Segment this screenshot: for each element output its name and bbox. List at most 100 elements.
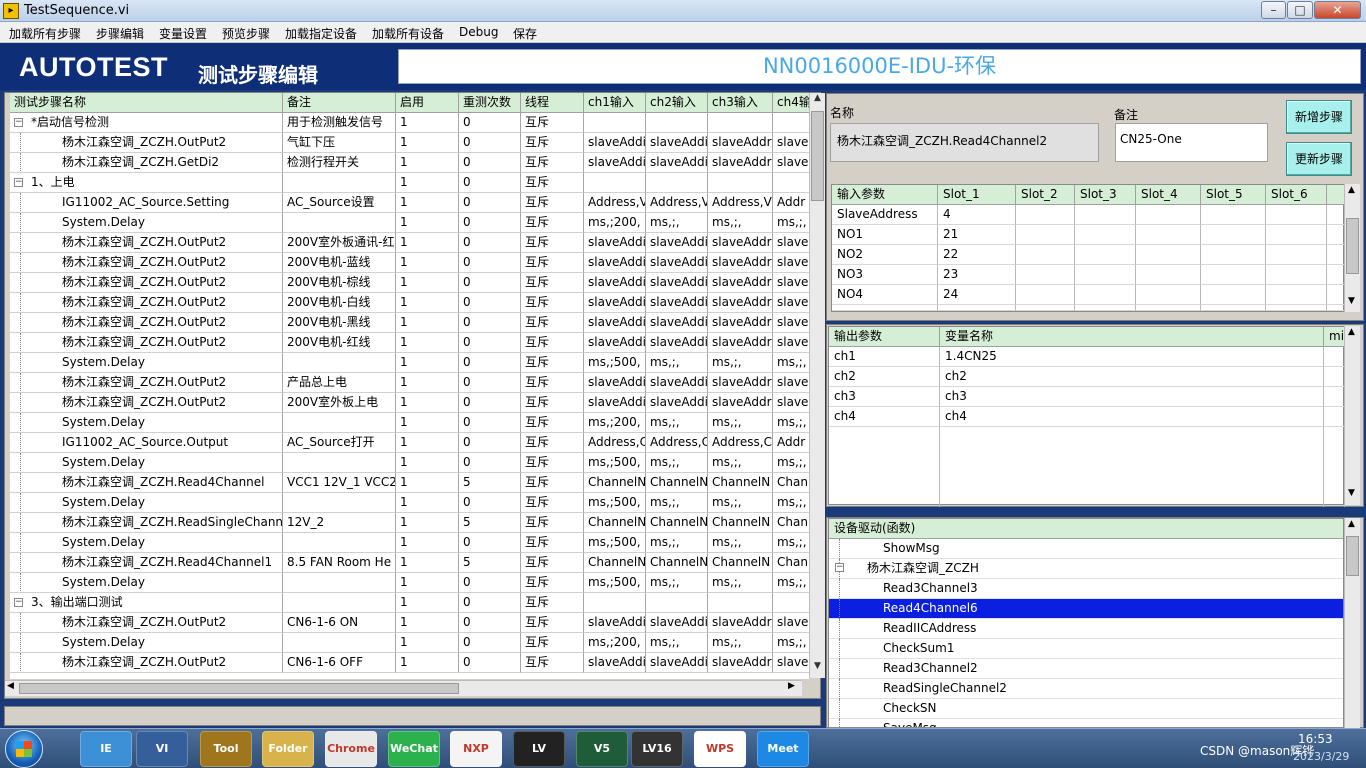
table-row[interactable]: System.Delay 1 0 互斥 ms,;200, ms,;, ms,;, ms,;,: [10, 213, 813, 233]
input-slot-cell[interactable]: [1136, 305, 1201, 311]
scroll-down-icon[interactable]: ▼: [810, 661, 825, 677]
table-row[interactable]: 杨木江森空调_ZCZH.OutPut2 200V室外板上电 1 0 互斥 slaveAdd…: [10, 393, 813, 413]
collapse-icon[interactable]: −: [14, 178, 23, 187]
minimize-button[interactable]: –: [1261, 1, 1286, 19]
input-slot-cell[interactable]: [1016, 265, 1075, 285]
input-param-name-cell[interactable]: NO3: [832, 265, 938, 285]
input-params-scrollbar[interactable]: ▲ ▼: [1344, 184, 1360, 312]
column-header[interactable]: 测试步骤名称: [10, 93, 283, 113]
output-variable-cell[interactable]: [1324, 367, 1345, 387]
steps-horizontal-scrollbar[interactable]: ◀ ▶: [5, 680, 802, 696]
table-row[interactable]: 杨木江森空调_ZCZH.GetDi2 检测行程开关 1 0 互斥 slaveAddi sla…: [10, 153, 813, 173]
output-variable-cell[interactable]: [1324, 407, 1345, 427]
scroll-up-icon[interactable]: ▲: [810, 93, 825, 109]
scroll-down-icon[interactable]: ▼: [1348, 296, 1355, 306]
table-row[interactable]: System.Delay 1 0 互斥 ms,;500, ms,;, ms,;, ms,;,: [10, 453, 813, 473]
input-slot-cell[interactable]: [1201, 265, 1266, 285]
driver-tree-item[interactable]: CheckSN: [829, 699, 1343, 719]
driver-tree-item[interactable]: SaveMsg: [829, 719, 1343, 727]
input-slot-cell[interactable]: [1266, 225, 1327, 245]
output-variable-cell[interactable]: ch2: [940, 367, 1324, 387]
input-slot-cell[interactable]: [1201, 305, 1266, 311]
scroll-thumb[interactable]: [1346, 218, 1359, 274]
taskbar-app-ie-icon[interactable]: IE: [80, 731, 132, 767]
step-name-field[interactable]: 杨木江森空调_ZCZH.Read4Channel2: [830, 123, 1099, 162]
taskbar-app-meet-icon[interactable]: Meet: [757, 731, 809, 767]
column-header[interactable]: Slot_3: [1075, 185, 1136, 205]
driver-tree-item[interactable]: Read4Channel6: [829, 599, 1343, 619]
taskbar-app-folder-icon[interactable]: Folder: [262, 731, 314, 767]
table-row[interactable]: 杨木江森空调_ZCZH.Read4Channel VCC1 12V_1 VCC2 1…: [10, 473, 813, 493]
input-slot-cell[interactable]: [1016, 285, 1075, 305]
input-slot-cell[interactable]: [1136, 205, 1201, 225]
step-group-row[interactable]: − *启动信号检测 用于检测触发信号 1 0 互斥: [10, 113, 813, 133]
output-params-scrollbar[interactable]: ▲ ▼: [1344, 326, 1360, 505]
scroll-up-icon[interactable]: ▲: [1348, 519, 1355, 529]
table-row[interactable]: 杨木江森空调_ZCZH.OutPut2 200V电机-红线 1 0 互斥 slaveAdd…: [10, 333, 813, 353]
scroll-right-icon[interactable]: ▶: [788, 681, 795, 691]
input-slot-cell[interactable]: [1201, 245, 1266, 265]
table-row[interactable]: IG11002_AC_Source.Setting AC_Source设置 1 0 互斥…: [10, 193, 813, 213]
menu-variable-settings[interactable]: 变量设置: [159, 25, 207, 42]
menu-debug[interactable]: Debug: [459, 25, 498, 39]
table-row[interactable]: 杨木江森空调_ZCZH.OutPut2 200V电机-棕线 1 0 互斥 slaveAdd…: [10, 273, 813, 293]
output-variable-cell[interactable]: [1324, 467, 1345, 487]
table-row[interactable]: [10, 673, 809, 679]
column-header[interactable]: ch1输入: [584, 93, 646, 113]
scroll-up-icon[interactable]: ▲: [1348, 185, 1355, 195]
input-slot-cell[interactable]: [1327, 285, 1345, 305]
table-row[interactable]: 杨木江森空调_ZCZH.OutPut2 产品总上电 1 0 互斥 slaveAddi sla…: [10, 373, 813, 393]
scroll-thumb[interactable]: [811, 111, 824, 201]
step-note-field[interactable]: CN25-One: [1115, 123, 1268, 162]
column-header[interactable]: 启用: [396, 93, 459, 113]
output-param-name-cell[interactable]: ch3: [829, 387, 940, 407]
table-row[interactable]: 杨木江森空调_ZCZH.OutPut2 CN6-1-6 ON 1 0 互斥 slaveAd…: [10, 613, 813, 633]
start-button[interactable]: [5, 730, 43, 768]
column-header[interactable]: ch3输入: [708, 93, 773, 113]
collapse-icon[interactable]: −: [14, 118, 23, 127]
output-variable-cell[interactable]: ch3: [940, 387, 1324, 407]
scroll-thumb[interactable]: [1346, 536, 1359, 576]
input-slot-cell[interactable]: [1075, 265, 1136, 285]
column-header[interactable]: Slot_2: [1016, 185, 1075, 205]
update-step-button[interactable]: 更新步骤: [1286, 142, 1352, 176]
table-row[interactable]: System.Delay 1 0 互斥 ms,;500, ms,;, ms,;, ms,;,: [10, 573, 813, 593]
menu-load-all-steps[interactable]: 加载所有步骤: [9, 25, 81, 42]
taskbar-app-lv-icon[interactable]: LV: [513, 731, 565, 767]
column-header[interactable]: 变量名称: [940, 327, 1324, 347]
input-slot-cell[interactable]: [1016, 205, 1075, 225]
driver-tree-item[interactable]: ReadSingleChannel2: [829, 679, 1343, 699]
table-row[interactable]: System.Delay 1 0 互斥 ms,;200, ms,;, ms,;, ms,;,: [10, 413, 813, 433]
step-group-row[interactable]: −1、上电 1 0 互斥: [10, 173, 813, 193]
scroll-thumb[interactable]: [19, 683, 459, 694]
column-header[interactable]: 输出参数: [829, 327, 940, 347]
taskbar-app-tool-icon[interactable]: Tool: [200, 731, 252, 767]
input-slot-cell[interactable]: [1016, 305, 1075, 311]
input-param-name-cell[interactable]: NO1: [832, 225, 938, 245]
output-param-name-cell[interactable]: [829, 467, 940, 487]
table-row[interactable]: 杨木江森空调_ZCZH.OutPut2 200V电机-蓝线 1 0 互斥 slaveAdd…: [10, 253, 813, 273]
input-slot-cell[interactable]: [1075, 305, 1136, 311]
input-slot-cell[interactable]: [1136, 285, 1201, 305]
table-row[interactable]: System.Delay 1 0 互斥 ms,;500, ms,;, ms,;, ms,;,: [10, 533, 813, 553]
column-header[interactable]: ch2输入: [646, 93, 708, 113]
taskbar-app-vi-icon[interactable]: VI: [136, 731, 188, 767]
input-slot-cell[interactable]: [1075, 285, 1136, 305]
input-slot-cell[interactable]: 21: [938, 225, 1016, 245]
column-header[interactable]: Slot_6: [1266, 185, 1327, 205]
input-slot-cell[interactable]: [1201, 285, 1266, 305]
output-variable-cell[interactable]: [940, 447, 1324, 467]
taskbar-app-chrome-icon[interactable]: Chrome: [325, 731, 377, 767]
table-row[interactable]: 杨木江森空调_ZCZH.ReadSingleChanne 12V_2 1 5 互斥 Cha…: [10, 513, 813, 533]
menu-step-edit[interactable]: 步骤编辑: [96, 25, 144, 42]
input-slot-cell[interactable]: [1136, 265, 1201, 285]
output-param-name-cell[interactable]: ch2: [829, 367, 940, 387]
input-param-name-cell[interactable]: NO4: [832, 285, 938, 305]
driver-tree-item[interactable]: Read3Channel2: [829, 659, 1343, 679]
menu-save[interactable]: 保存: [513, 25, 537, 42]
input-slot-cell[interactable]: [1327, 265, 1345, 285]
column-header[interactable]: Slot_4: [1136, 185, 1201, 205]
menu-load-all-devices[interactable]: 加载所有设备: [372, 25, 444, 42]
close-button[interactable]: ✕: [1314, 1, 1361, 19]
add-step-button[interactable]: 新增步骤: [1286, 100, 1352, 134]
